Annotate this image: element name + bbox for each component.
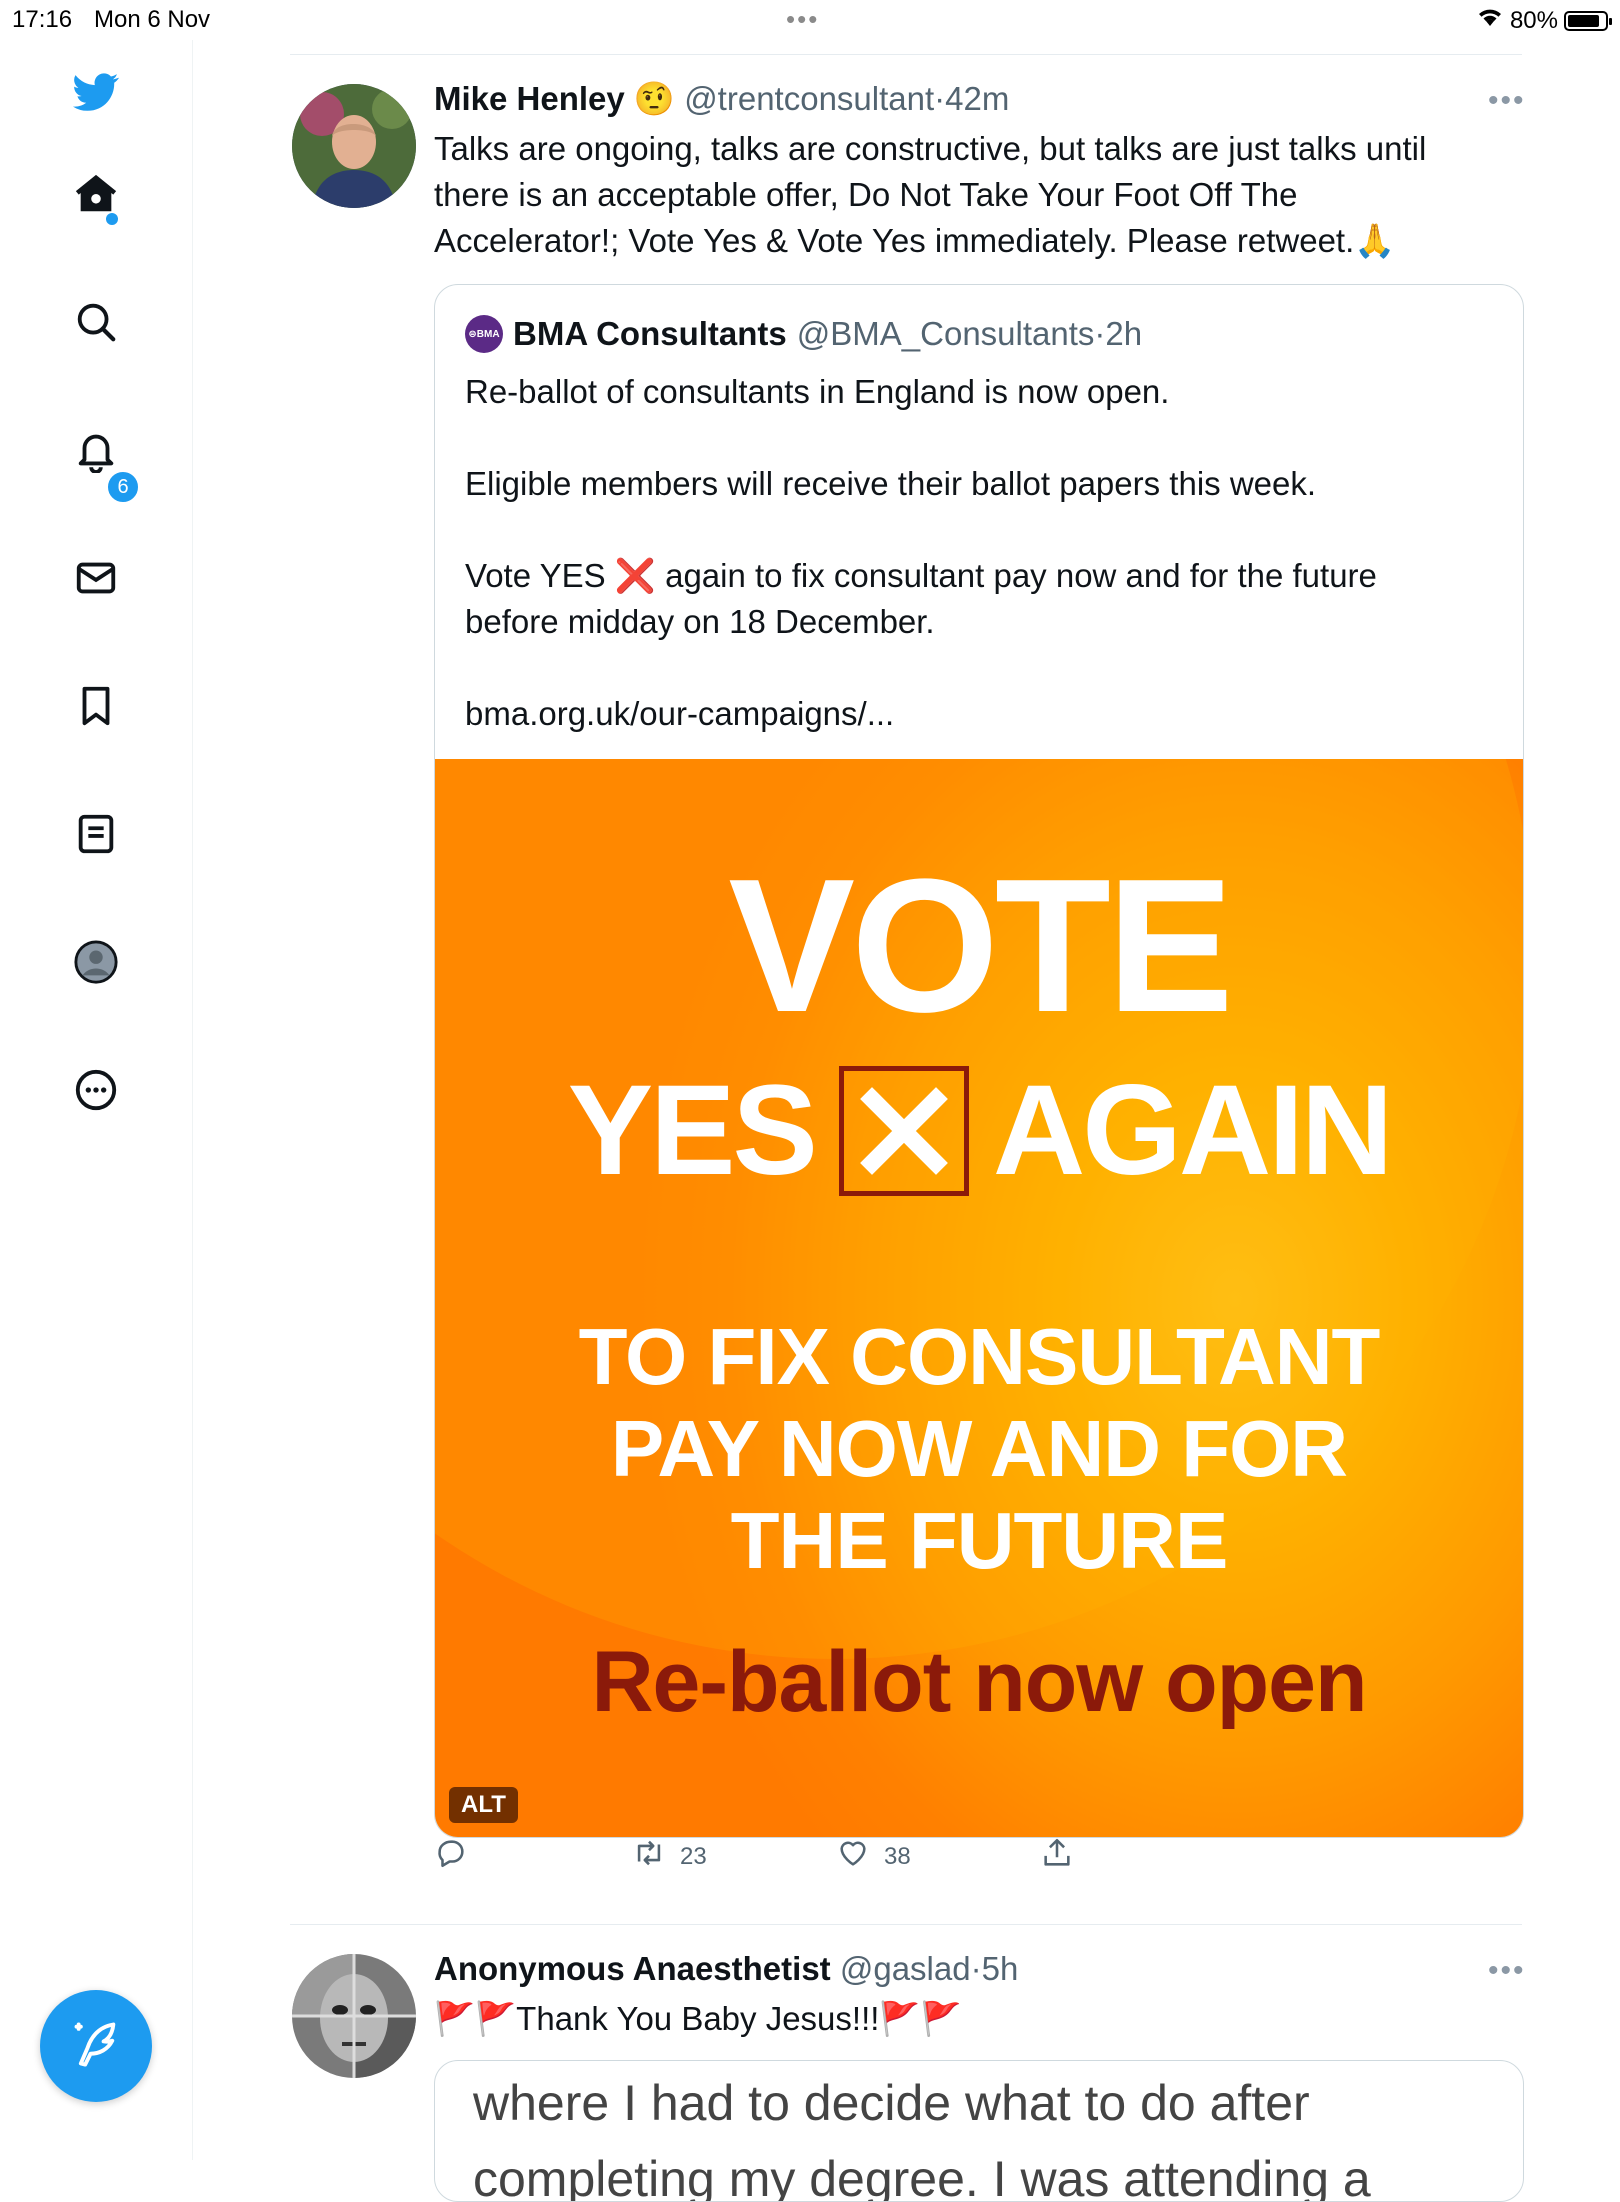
mail-icon[interactable]	[70, 552, 122, 604]
more-options-icon[interactable]: •••	[1488, 84, 1526, 118]
quote-text-span: before midday on 18 December.	[465, 603, 935, 640]
image-yes-text: YES	[567, 1059, 818, 1202]
twitter-bird-icon[interactable]	[70, 66, 122, 118]
vote-yes-image[interactable]: VOTE YES AGAIN TO FIX CONSULTANT PAY NOW…	[435, 759, 1523, 1837]
feed-divider-top	[290, 54, 1522, 55]
share-button[interactable]	[1040, 1836, 1074, 1877]
quote-paragraph: Eligible members will receive their ball…	[465, 465, 1317, 502]
tweet2-attached-image[interactable]: where I had to decide what to do after c…	[434, 2060, 1524, 2202]
image-fix-line: PAY NOW AND FOR	[610, 1404, 1348, 1493]
image-reballot-text: Re-ballot now open	[591, 1634, 1367, 1730]
image-text: where I had to decide what to do after c…	[473, 2065, 1371, 2202]
quote-text-span: again to fix consultant pay now and for …	[655, 557, 1377, 594]
reply-icon	[434, 1836, 468, 1877]
wifi-icon	[1476, 6, 1504, 35]
image-vote-heading: VOTE	[728, 840, 1233, 1052]
image-fix-line: THE FUTURE	[730, 1496, 1229, 1585]
notifications-badge: 6	[106, 470, 140, 504]
tweet-time[interactable]: 5h	[982, 1950, 1019, 1987]
retweet-button[interactable]: 23	[632, 1836, 707, 1877]
reply-button[interactable]	[434, 1836, 468, 1877]
bma-logo-avatar[interactable]: ⊜BMA	[465, 315, 503, 353]
avatar-mike-henley[interactable]	[292, 84, 416, 208]
like-button[interactable]: 38	[836, 1836, 911, 1877]
tweet1-header: Mike Henley 🤨 @trentconsultant·42m	[434, 80, 1009, 119]
tweet-divider	[290, 1924, 1522, 1925]
like-count: 38	[884, 1842, 911, 1870]
avatar-anonymous-anaesthetist[interactable]	[292, 1954, 416, 2078]
battery-percent: 80%	[1509, 6, 1558, 34]
author-name[interactable]: Mike Henley	[434, 80, 625, 117]
alt-text-badge[interactable]: ALT	[449, 1787, 518, 1823]
quote-header: ⊜BMA BMA Consultants @BMA_Consultants·2h	[465, 315, 1142, 353]
image-text-line: completing my degree. I was attending a	[473, 2151, 1371, 2202]
tweet-text-line: Talks are ongoing, talks are constructiv…	[434, 130, 1427, 167]
image-yes-again-row: YES AGAIN	[435, 1057, 1523, 1204]
tweet-text-line: there is an acceptable offer, Do Not Tak…	[434, 176, 1298, 213]
image-text-line: where I had to decide what to do after	[473, 2075, 1310, 2131]
tweet2-header: Anonymous Anaesthetist @gaslad·5h	[434, 1950, 1018, 1988]
quote-paragraph: Re-ballot of consultants in England is n…	[465, 373, 1170, 410]
meta-separator: ·	[934, 80, 946, 117]
quote-time[interactable]: 2h	[1105, 315, 1142, 352]
tweet-text-line: Accelerator!; Vote Yes & Vote Yes immedi…	[434, 222, 1396, 259]
quoted-tweet[interactable]: ⊜BMA BMA Consultants @BMA_Consultants·2h…	[434, 284, 1524, 1838]
retweet-count: 23	[680, 1842, 707, 1870]
compose-button[interactable]	[40, 1990, 152, 2102]
multitask-dots[interactable]: •••	[786, 4, 819, 35]
ballot-x-icon	[838, 1065, 969, 1196]
meta-separator: ·	[970, 1950, 982, 1987]
bell-icon[interactable]	[70, 424, 122, 476]
search-icon[interactable]	[70, 296, 122, 348]
image-fix-line: TO FIX CONSULTANT	[578, 1312, 1381, 1401]
quote-text: Re-ballot of consultants in England is n…	[465, 369, 1495, 783]
battery-icon	[1564, 10, 1612, 31]
quote-author-handle[interactable]: @BMA_Consultants	[797, 315, 1095, 352]
image-again-text: AGAIN	[992, 1059, 1393, 1202]
share-icon	[1040, 1836, 1074, 1877]
meta-separator: ·	[1094, 315, 1106, 352]
heart-icon	[836, 1836, 870, 1877]
author-handle[interactable]: @trentconsultant	[684, 80, 934, 117]
compose-feather-icon	[70, 2018, 122, 2075]
retweet-icon	[632, 1836, 666, 1877]
more-options-icon[interactable]: •••	[1488, 1954, 1526, 1988]
status-bar: 17:16 Mon 6 Nov ••• 80%	[0, 0, 1620, 40]
lists-icon[interactable]	[70, 808, 122, 860]
quote-author-name[interactable]: BMA Consultants	[513, 315, 787, 353]
author-emoji: 🤨	[633, 80, 676, 117]
sidebar: 6	[0, 40, 193, 2160]
profile-icon[interactable]	[70, 936, 122, 988]
author-handle[interactable]: @gaslad	[840, 1950, 971, 1987]
status-date: Mon 6 Nov	[94, 6, 211, 33]
home-new-dot	[106, 213, 118, 225]
quote-link[interactable]: bma.org.uk/our-campaigns/...	[465, 691, 1495, 737]
tweet1-text: Talks are ongoing, talks are constructiv…	[434, 126, 1514, 264]
quote-paragraph: Vote YES ❌ again to fix consultant pay n…	[465, 553, 1495, 645]
image-fix-text: TO FIX CONSULTANT PAY NOW AND FOR THE FU…	[435, 1311, 1523, 1587]
author-name[interactable]: Anonymous Anaesthetist	[434, 1950, 831, 1987]
bookmark-icon[interactable]	[70, 680, 122, 732]
quote-text-span: Vote YES	[465, 557, 615, 594]
home-icon[interactable]	[70, 168, 122, 220]
more-circle-icon[interactable]	[70, 1064, 122, 1116]
tweet2-text: 🚩🚩Thank You Baby Jesus!!!🚩🚩	[434, 2000, 962, 2037]
status-time: 17:16	[12, 6, 73, 33]
red-x-emoji: ❌	[614, 557, 656, 594]
tweet-time[interactable]: 42m	[945, 80, 1009, 117]
